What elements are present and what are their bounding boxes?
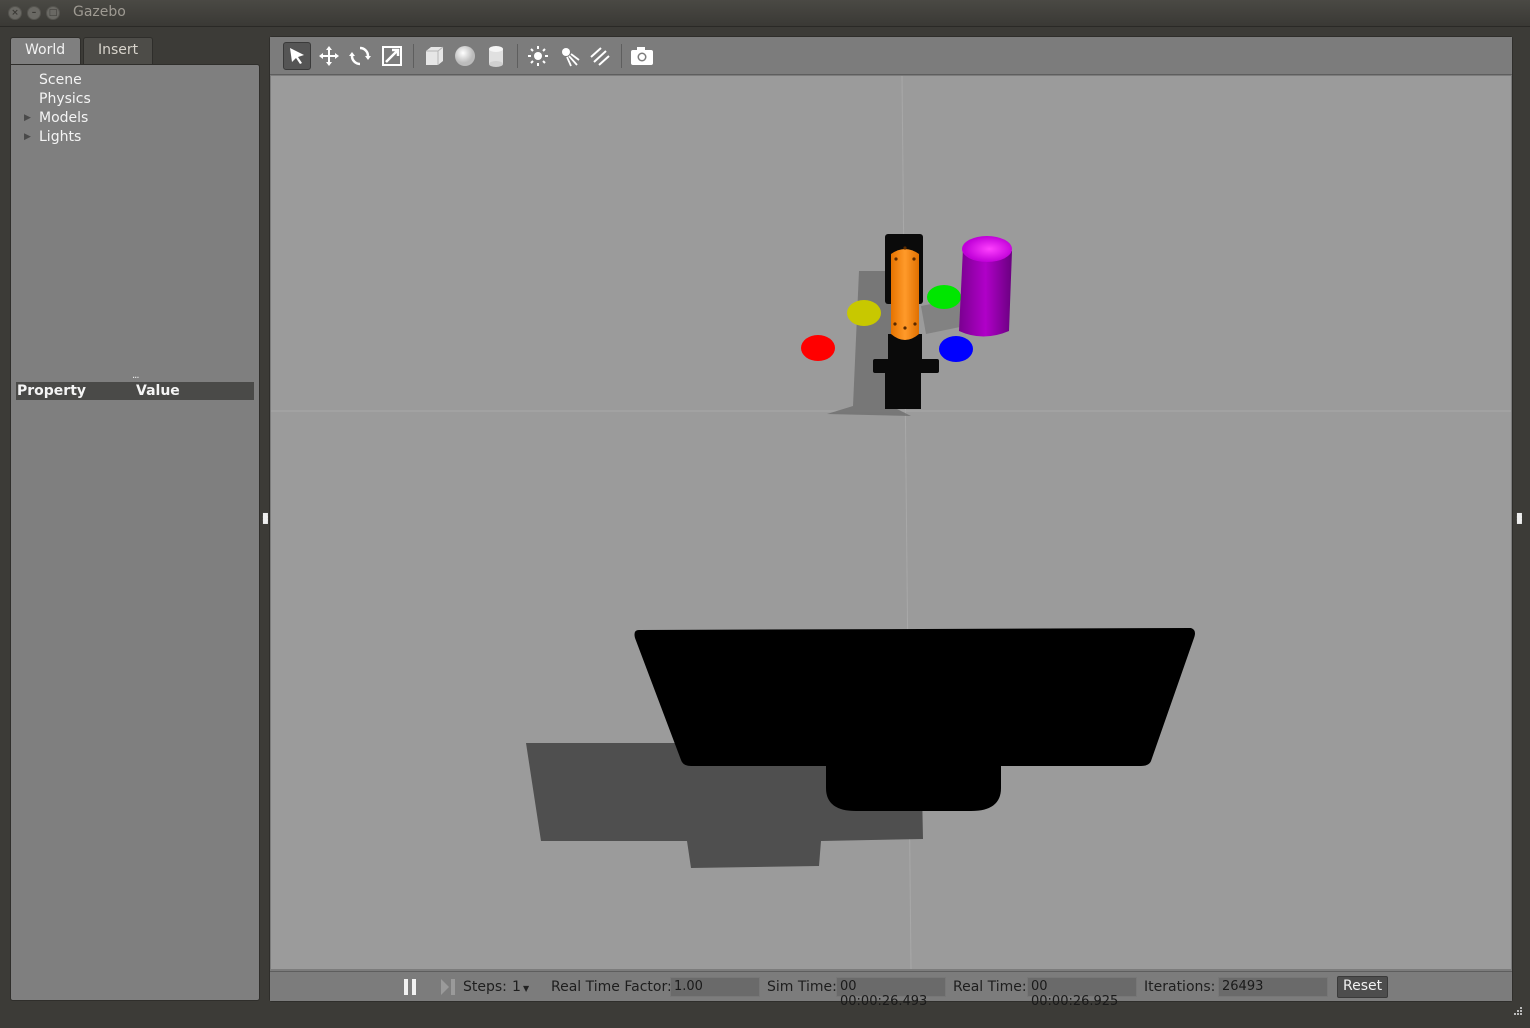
real-time-factor-field: 1.00	[670, 977, 760, 997]
rotate-icon	[349, 46, 371, 66]
property-table-header: Property Value	[16, 382, 254, 400]
toolbar-separator	[517, 44, 518, 68]
sphere-icon	[455, 46, 475, 66]
robot-arm-orange-link[interactable]	[891, 249, 919, 340]
tab-insert[interactable]: Insert	[83, 37, 153, 64]
yellow-marker[interactable]	[847, 300, 881, 326]
pause-icon	[404, 979, 416, 995]
box-shape-button[interactable]	[420, 42, 448, 70]
iterations-label: Iterations:	[1144, 979, 1216, 995]
pause-button[interactable]	[403, 979, 417, 999]
right-splitter-handle-icon[interactable]: ▪ ▪ ▪	[1516, 511, 1523, 527]
tab-world[interactable]: World	[10, 37, 81, 65]
directional-light-icon	[590, 47, 610, 66]
maximize-window-icon[interactable]: □	[46, 6, 60, 20]
screenshot-button[interactable]	[628, 42, 656, 70]
sim-time-label: Sim Time:	[767, 979, 837, 995]
scene-render[interactable]	[271, 76, 1511, 969]
translate-mode-button[interactable]	[315, 42, 343, 70]
minimize-window-icon[interactable]: –	[27, 6, 41, 20]
viewport-frame: Steps: 1 ▼ Real Time Factor: 1.00 Sim Ti…	[269, 36, 1513, 1009]
3d-viewport[interactable]	[271, 76, 1511, 969]
select-mode-button[interactable]	[283, 42, 311, 70]
cylinder-icon	[489, 46, 503, 67]
close-window-icon[interactable]: ×	[8, 6, 22, 20]
robot-arm-base[interactable]	[885, 371, 921, 409]
window-titlebar[interactable]: × – □ Gazebo	[0, 0, 1530, 27]
move-arrows-icon	[319, 46, 339, 66]
expand-arrow-icon[interactable]: ▶	[24, 113, 31, 123]
step-button[interactable]	[440, 979, 456, 999]
point-light-button[interactable]	[524, 42, 552, 70]
sphere-shape-button[interactable]	[451, 42, 479, 70]
real-time-label: Real Time:	[953, 979, 1027, 995]
spot-light-icon	[562, 48, 580, 67]
steps-value[interactable]: 1	[512, 979, 521, 995]
expand-arrow-icon[interactable]: ▶	[24, 132, 31, 142]
tree-item-physics[interactable]: Physics	[39, 91, 91, 107]
rotate-mode-button[interactable]	[346, 42, 374, 70]
camera-icon	[631, 47, 653, 65]
spot-light-button[interactable]	[555, 42, 583, 70]
property-column-header: Property	[17, 383, 87, 399]
box-icon	[426, 46, 444, 65]
chevron-down-icon[interactable]: ▼	[523, 984, 529, 993]
cylinder-shape-button[interactable]	[482, 42, 510, 70]
toolbar-separator	[413, 44, 414, 68]
left-splitter-handle-icon[interactable]: ▪ ▪ ▪	[262, 511, 269, 527]
scale-mode-button[interactable]	[378, 42, 406, 70]
window-title: Gazebo	[73, 4, 126, 20]
tree-item-models[interactable]: Models	[39, 110, 88, 126]
real-time-factor-label: Real Time Factor:	[551, 979, 672, 995]
scene-toolbar	[270, 37, 1512, 75]
arrow-cursor-icon	[290, 48, 304, 64]
point-light-icon	[528, 46, 548, 66]
real-time-field: 00 00:00:26.925	[1027, 977, 1137, 1009]
tree-item-lights[interactable]: Lights	[39, 129, 81, 145]
blue-marker[interactable]	[939, 336, 973, 362]
scale-icon	[382, 46, 402, 66]
purple-cylinder-top	[962, 236, 1012, 262]
steps-label: Steps:	[463, 979, 507, 995]
red-marker[interactable]	[801, 335, 835, 361]
resize-grip-icon[interactable]	[1511, 1006, 1523, 1018]
value-column-header: Value	[136, 383, 180, 399]
directional-light-button[interactable]	[586, 42, 614, 70]
reset-button[interactable]: Reset	[1337, 976, 1389, 998]
green-marker[interactable]	[927, 285, 961, 309]
step-icon	[441, 979, 455, 995]
iterations-field: 26493	[1218, 977, 1328, 997]
tree-item-scene[interactable]: Scene	[39, 72, 82, 88]
robot-arm-wrist[interactable]	[873, 359, 939, 373]
sim-time-field: 00 00:00:26.493	[836, 977, 946, 1009]
toolbar-separator	[621, 44, 622, 68]
world-panel: Scene Physics ▶ Models ▶ Lights ··· Prop…	[10, 64, 260, 1001]
simulation-status-bar: Steps: 1 ▼ Real Time Factor: 1.00 Sim Ti…	[270, 971, 1512, 1009]
